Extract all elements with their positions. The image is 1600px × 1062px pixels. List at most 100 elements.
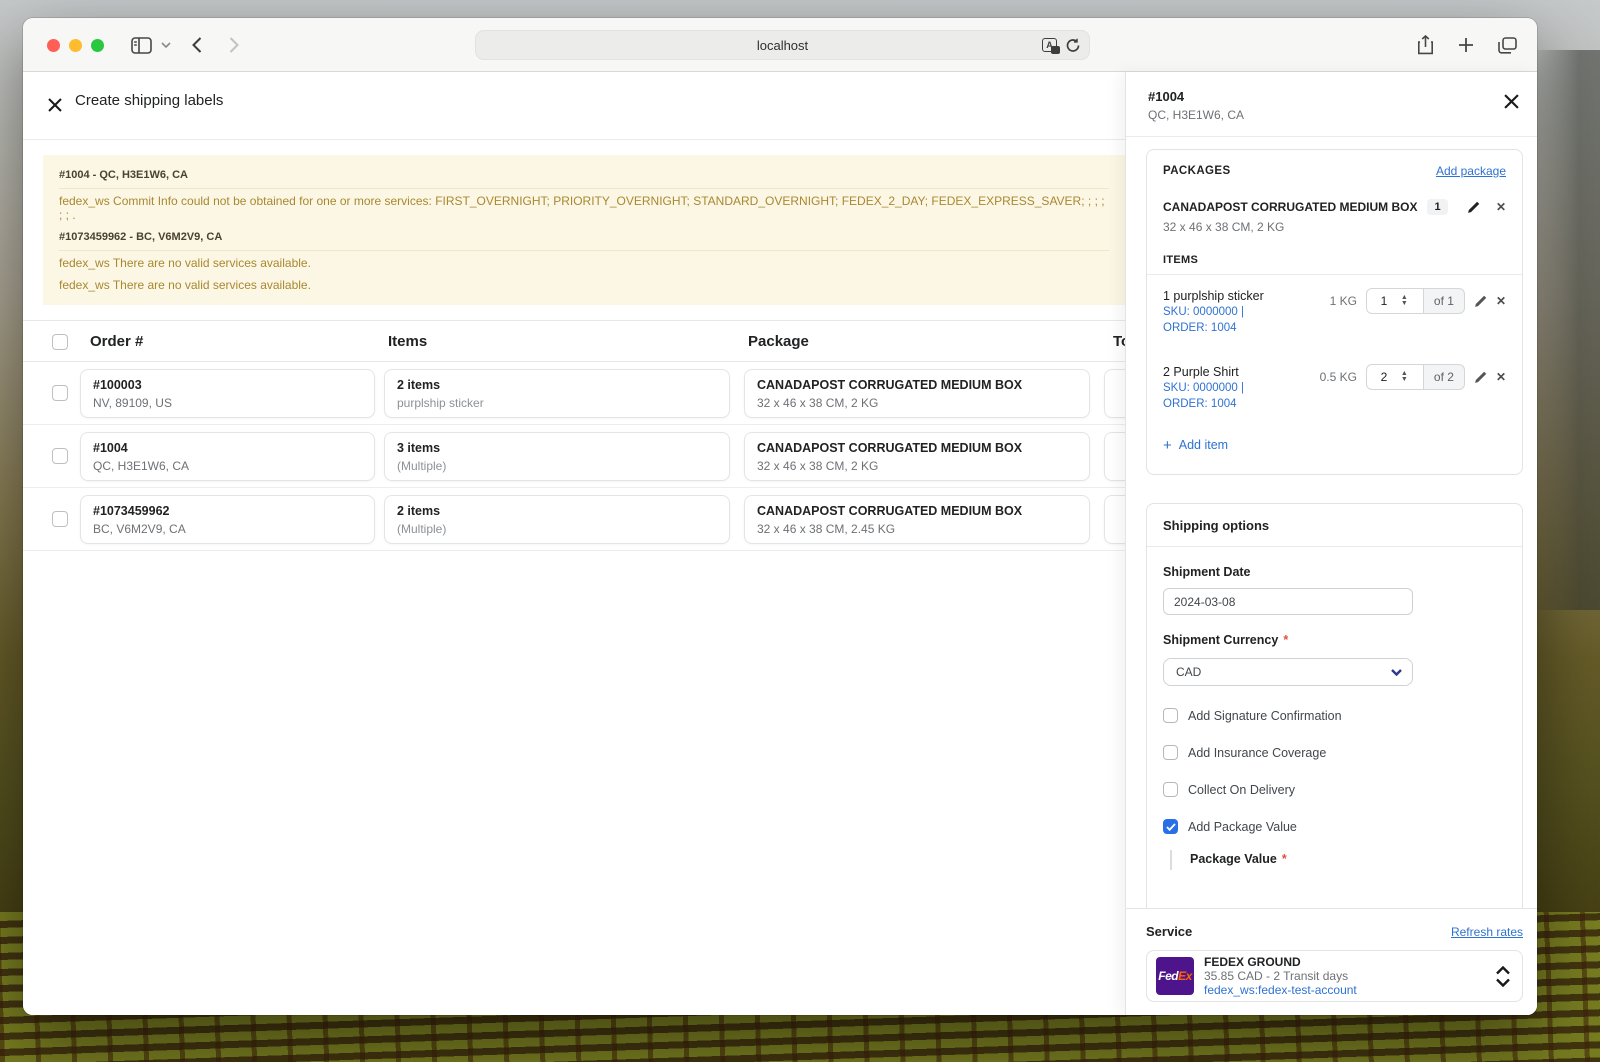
required-asterisk: * [1282, 852, 1287, 866]
row-checkbox[interactable] [52, 448, 68, 464]
address-bar[interactable]: localhost A [475, 30, 1090, 60]
toolbar-right-buttons [1417, 18, 1517, 72]
checkbox-label: Collect On Delivery [1188, 783, 1295, 797]
item-quantity-group: ▲ ▼ of 1 [1366, 288, 1465, 314]
signature-confirmation-checkbox[interactable] [1163, 708, 1178, 723]
add-item-link[interactable]: + Add item [1163, 438, 1506, 452]
browser-toolbar: localhost A [23, 18, 1537, 72]
address-bar-url: localhost [757, 38, 808, 53]
translate-bubble-icon [1051, 46, 1060, 54]
collect-on-delivery-checkbox[interactable] [1163, 782, 1178, 797]
package-cell[interactable]: CANADAPOST CORRUGATED MEDIUM BOX 32 x 46… [744, 369, 1090, 418]
translate-icon[interactable]: A [1042, 38, 1057, 52]
add-package-link[interactable]: Add package [1436, 164, 1506, 178]
row-checkbox[interactable] [52, 385, 68, 401]
orders-table-header: Order # Items Package To [23, 320, 1125, 362]
package-item-row: 2 Purple Shirt SKU: 0000000 | ORDER: 100… [1163, 364, 1506, 412]
package-cell[interactable]: CANADAPOST CORRUGATED MEDIUM BOX 32 x 46… [744, 495, 1090, 544]
total-cell-clipped[interactable] [1104, 369, 1125, 418]
shipping-options-card: Shipping options Shipment Date Shipment … [1146, 503, 1523, 941]
items-count: 3 items [397, 440, 717, 456]
package-cell[interactable]: CANADAPOST CORRUGATED MEDIUM BOX 32 x 46… [744, 432, 1090, 481]
remove-package-icon[interactable]: ✕ [1496, 201, 1506, 213]
items-count: 2 items [397, 377, 717, 393]
items-divider [1147, 274, 1522, 275]
total-cell-clipped[interactable] [1104, 495, 1125, 544]
package-box-name: CANADAPOST CORRUGATED MEDIUM BOX [1163, 200, 1417, 214]
close-page-button[interactable] [48, 98, 62, 117]
panel-header: #1004 QC, H3E1W6, CA [1126, 72, 1537, 137]
service-rate-card[interactable]: FedEx FEDEX GROUND 35.85 CAD - 2 Transit… [1146, 950, 1523, 1002]
package-value-label: Package Value [1190, 852, 1277, 866]
sidebar-menu-chevron[interactable] [161, 18, 171, 72]
address-bar-icons: A [1042, 31, 1080, 59]
refresh-rates-link[interactable]: Refresh rates [1451, 925, 1523, 939]
close-icon [48, 98, 62, 112]
item-quantity-input[interactable] [1367, 370, 1401, 384]
edit-package-icon[interactable] [1467, 201, 1480, 214]
items-detail: (Multiple) [397, 458, 717, 474]
service-account-link[interactable]: fedex_ws:fedex-test-account [1204, 983, 1357, 997]
zoom-window-button[interactable] [91, 39, 104, 52]
back-button[interactable] [192, 18, 202, 72]
service-selector-arrows[interactable] [1496, 966, 1510, 987]
sidebar-toggle-button[interactable] [131, 18, 152, 72]
insurance-coverage-checkbox[interactable] [1163, 745, 1178, 760]
minimize-window-button[interactable] [69, 39, 82, 52]
chevron-up-icon[interactable] [1496, 966, 1510, 975]
package-count-badge: 1 [1427, 199, 1447, 215]
checkbox-row: Add Insurance Coverage [1163, 745, 1506, 760]
panel-close-button[interactable] [1504, 94, 1519, 114]
total-cell-clipped[interactable] [1104, 432, 1125, 481]
currency-select[interactable]: CAD [1163, 658, 1413, 686]
items-cell[interactable]: 2 items (Multiple) [384, 495, 730, 544]
quantity-stepper[interactable]: ▲ ▼ [1401, 295, 1408, 307]
plus-icon: + [1163, 439, 1172, 452]
edit-item-icon[interactable] [1474, 371, 1487, 384]
tab-overview-icon[interactable] [1498, 37, 1517, 54]
package-name: CANADAPOST CORRUGATED MEDIUM BOX [757, 440, 1077, 456]
close-icon [1504, 94, 1519, 109]
stepper-down-icon[interactable]: ▼ [1401, 377, 1408, 383]
select-all-checkbox[interactable] [52, 334, 68, 350]
item-order-link[interactable]: ORDER: 1004 [1163, 320, 1313, 336]
item-sku-link[interactable]: SKU: 0000000 | [1163, 304, 1313, 320]
stepper-down-icon[interactable]: ▼ [1401, 301, 1408, 307]
checkbox-label: Add Signature Confirmation [1188, 709, 1342, 723]
forward-button[interactable] [229, 18, 239, 72]
main-area: Create shipping labels #1004 - QC, H3E1W… [23, 72, 1125, 1015]
item-quantity-input[interactable] [1367, 294, 1401, 308]
shipment-currency-label: Shipment Currency [1163, 633, 1278, 647]
package-name: CANADAPOST CORRUGATED MEDIUM BOX [757, 377, 1077, 393]
items-cell[interactable]: 2 items purplship sticker [384, 369, 730, 418]
service-name: FEDEX GROUND [1204, 955, 1357, 969]
page-title: Create shipping labels [75, 92, 223, 109]
checkbox-row: Collect On Delivery [1163, 782, 1506, 797]
column-header-order: Order # [90, 333, 143, 350]
checkbox-row: Add Package Value [1163, 819, 1506, 834]
items-cell[interactable]: 3 items (Multiple) [384, 432, 730, 481]
close-window-button[interactable] [47, 39, 60, 52]
row-checkbox[interactable] [52, 511, 68, 527]
order-cell[interactable]: #1073459962 BC, V6M2V9, CA [80, 495, 375, 544]
add-package-value-checkbox[interactable] [1163, 819, 1178, 834]
item-order-link[interactable]: ORDER: 1004 [1163, 396, 1313, 412]
order-cell[interactable]: #1004 QC, H3E1W6, CA [80, 432, 375, 481]
order-cell[interactable]: #100003 NV, 89109, US [80, 369, 375, 418]
shipment-date-input[interactable] [1163, 588, 1413, 615]
warning-order-ref: #1004 - QC, H3E1W6, CA [59, 163, 1109, 188]
quantity-stepper[interactable]: ▲ ▼ [1401, 371, 1408, 383]
panel-order-destination: QC, H3E1W6, CA [1148, 108, 1517, 122]
remove-item-icon[interactable]: ✕ [1496, 371, 1506, 383]
order-number: #100003 [93, 377, 362, 393]
reload-icon[interactable] [1066, 38, 1080, 53]
items-count: 2 items [397, 503, 717, 519]
item-sku-link[interactable]: SKU: 0000000 | [1163, 380, 1313, 396]
chevron-down-icon[interactable] [1496, 978, 1510, 987]
share-icon[interactable] [1417, 35, 1434, 55]
new-tab-icon[interactable] [1458, 37, 1474, 53]
remove-item-icon[interactable]: ✕ [1496, 295, 1506, 307]
edit-item-icon[interactable] [1474, 295, 1487, 308]
column-header-package: Package [748, 333, 809, 350]
table-row: #100003 NV, 89109, US 2 items purplship … [23, 362, 1125, 425]
